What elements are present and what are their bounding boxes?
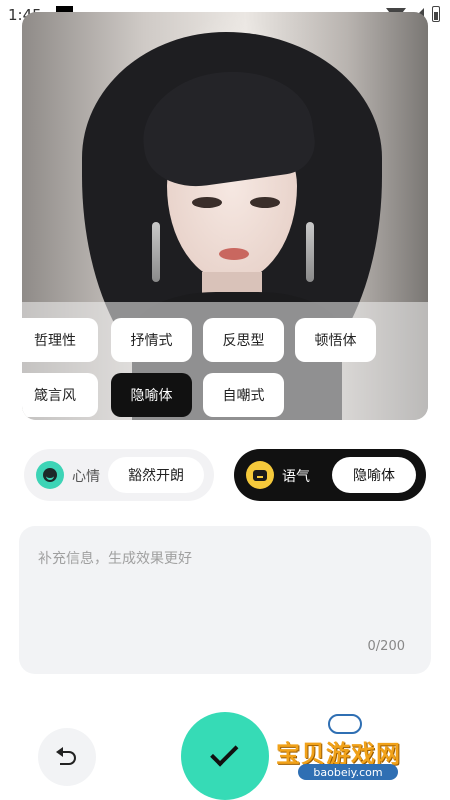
earring-right: [306, 222, 314, 282]
portrait-eye-left: [192, 197, 222, 208]
portrait-lips: [219, 248, 249, 260]
style-tag-zichao[interactable]: 自嘲式: [203, 373, 284, 417]
chat-bubble-icon: [246, 461, 274, 489]
check-icon: [210, 738, 239, 767]
undo-icon: [56, 747, 78, 766]
earring-left: [152, 222, 160, 282]
mood-selector[interactable]: 心情 豁然开朗: [24, 449, 214, 501]
extra-info-input[interactable]: 补充信息，生成效果更好 0/200: [19, 526, 431, 674]
undo-button[interactable]: [38, 728, 96, 786]
watermark-logo: 宝贝游戏网 baobeiy.com: [270, 712, 420, 784]
style-tag-fansi[interactable]: 反思型: [203, 318, 284, 362]
tone-selector[interactable]: 语气 隐喻体: [234, 449, 426, 501]
gamepad-icon: [328, 714, 362, 734]
tone-value-pill[interactable]: 隐喻体: [332, 457, 416, 493]
portrait-eye-right: [250, 197, 280, 208]
battery-icon: [432, 6, 440, 22]
smile-icon: [36, 461, 64, 489]
watermark-url: baobeiy.com: [298, 764, 398, 780]
style-tag-zheli[interactable]: 哲理性: [22, 318, 98, 362]
style-tag-dunwu[interactable]: 顿悟体: [295, 318, 376, 362]
style-tag-zhenyan[interactable]: 箴言风: [22, 373, 98, 417]
extra-info-placeholder: 补充信息，生成效果更好: [38, 551, 192, 567]
portrait-card: 哲理性 抒情式 反思型 顿悟体 箴言风 隐喻体 自嘲式: [22, 12, 428, 420]
char-counter: 0/200: [367, 639, 405, 654]
confirm-button[interactable]: [181, 712, 269, 800]
style-tag-yinyu[interactable]: 隐喻体: [111, 373, 192, 417]
tone-label: 语气: [282, 469, 310, 485]
mood-label: 心情: [72, 469, 100, 485]
mood-value-pill[interactable]: 豁然开朗: [108, 457, 204, 493]
style-tag-shuqing[interactable]: 抒情式: [111, 318, 192, 362]
